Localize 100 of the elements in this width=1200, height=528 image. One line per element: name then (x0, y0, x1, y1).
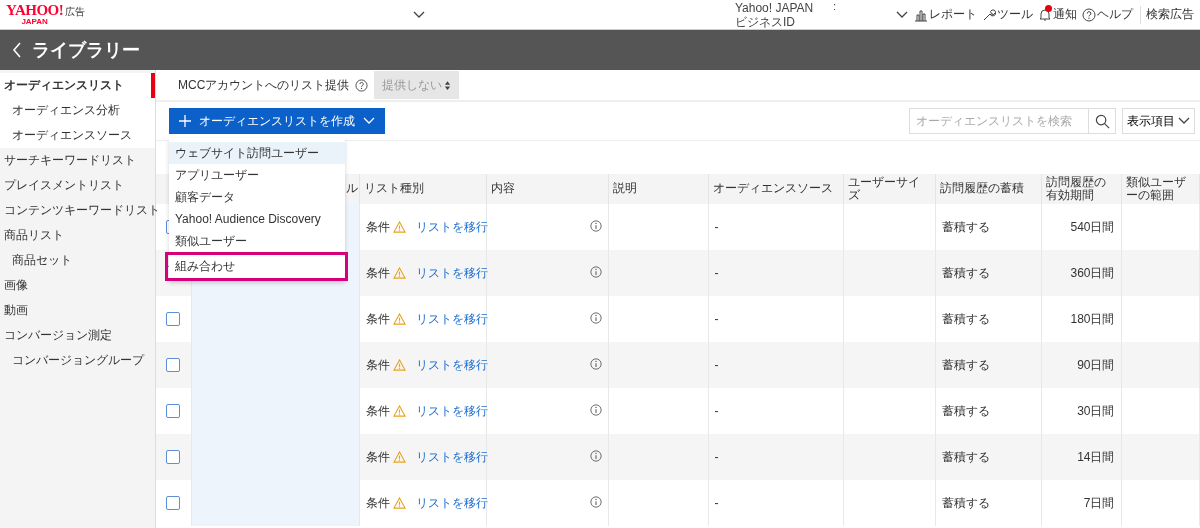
migrate-link[interactable]: リストを移行 (415, 403, 488, 418)
row-checkbox[interactable] (166, 496, 180, 510)
sidebar-item[interactable]: サーチキーワードリスト (0, 148, 155, 173)
table-cell: 蓄積する (941, 449, 990, 464)
table-cell: 30日間 (1077, 403, 1115, 418)
warning-icon (392, 220, 406, 233)
migrate-link[interactable]: リストを移行 (415, 219, 488, 234)
menu-item[interactable]: ウェブサイト訪問ユーザー (169, 142, 345, 164)
list-type: 条件 (365, 311, 390, 326)
column-header[interactable]: 説明 (608, 174, 708, 204)
help-link[interactable]: ヘルプ (1082, 6, 1133, 23)
chevron-down-icon[interactable] (413, 10, 426, 19)
account-label: ビジネスID (734, 14, 796, 29)
row-checkbox[interactable] (166, 450, 180, 464)
sidebar-item[interactable]: コンバージョン測定 (0, 323, 155, 348)
menu-item[interactable]: アプリユーザー (169, 164, 345, 186)
sort-arrows-icon (444, 79, 452, 91)
migrate-link[interactable]: リストを移行 (415, 449, 488, 464)
bar-chart-icon (914, 7, 928, 22)
table-cell: 蓄積する (941, 403, 990, 418)
table-cell: 90日間 (1077, 357, 1115, 372)
migrate-link[interactable]: リストを移行 (415, 265, 488, 280)
page-title: ライブラリー (32, 39, 140, 62)
row-checkbox[interactable] (166, 404, 180, 418)
list-type: 条件 (365, 449, 390, 464)
bell-icon (1038, 7, 1052, 22)
table-cell: - (714, 450, 719, 464)
warning-icon (392, 266, 406, 279)
columns-button[interactable]: 表示項目 (1122, 108, 1195, 134)
create-list-button[interactable]: オーディエンスリストを作成 (169, 108, 385, 134)
info-icon[interactable] (589, 311, 602, 324)
table-cell: 蓄積する (941, 357, 990, 372)
menu-item[interactable]: 類似ユーザー (169, 230, 345, 252)
table-cell: 360日間 (1070, 265, 1115, 280)
sidebar-item[interactable]: 商品リスト (0, 223, 155, 248)
table-cell: - (714, 266, 719, 280)
sidebar-item[interactable]: コンテンツキーワードリスト (0, 198, 155, 223)
table-cell: 蓄積する (941, 311, 990, 326)
yahoo-logo[interactable]: YAHOO! JAPAN (6, 3, 64, 26)
menu-item[interactable]: 組み合わせ (165, 252, 348, 281)
table-cell: 蓄積する (941, 495, 990, 510)
info-icon[interactable] (589, 357, 602, 370)
row-checkbox[interactable] (166, 312, 180, 326)
product-label: 検索広告 (1146, 6, 1194, 23)
plus-icon (179, 115, 191, 127)
column-header[interactable]: 訪問履歴の有効期間 (1041, 174, 1121, 204)
warning-icon (392, 404, 406, 417)
notification-dot (1045, 5, 1052, 12)
column-header[interactable]: 類似ユーザーの範囲 (1121, 174, 1200, 204)
table-cell: - (714, 496, 719, 510)
info-icon[interactable] (589, 219, 602, 232)
info-icon[interactable] (589, 265, 602, 278)
menu-item[interactable]: Yahoo! Audience Discovery (169, 208, 345, 230)
list-type: 条件 (365, 495, 390, 510)
table-cell: 14日間 (1077, 449, 1115, 464)
chevron-down-icon (1178, 117, 1190, 125)
warning-icon (392, 312, 406, 325)
migrate-link[interactable]: リストを移行 (415, 311, 488, 326)
sidebar-item[interactable]: コンバージョングループ (0, 348, 155, 373)
migrate-link[interactable]: リストを移行 (415, 495, 488, 510)
table-cell: 180日間 (1070, 311, 1115, 326)
migrate-link[interactable]: リストを移行 (415, 357, 488, 372)
search-button[interactable] (1089, 108, 1116, 134)
warning-icon (392, 496, 406, 509)
table-cell: 蓄積する (941, 265, 990, 280)
mcc-label: MCCアカウントへのリスト提供 (178, 76, 350, 94)
product-label: 広告 (65, 4, 86, 19)
warning-icon (392, 450, 406, 463)
sidebar-item[interactable]: 商品セット (0, 248, 155, 273)
sidebar-item[interactable]: 動画 (0, 298, 155, 323)
search-icon (1094, 113, 1110, 129)
chevron-down-icon[interactable] (896, 10, 908, 19)
sidebar-item[interactable]: プレイスメントリスト (0, 173, 155, 198)
info-icon[interactable] (589, 403, 602, 416)
column-header[interactable]: 内容 (486, 174, 608, 204)
sidebar-item[interactable]: オーディエンス分析 (0, 98, 155, 123)
column-header[interactable]: ユーザーサイズ (843, 174, 935, 204)
sidebar-item[interactable]: オーディエンスリスト (0, 73, 155, 98)
sidebar-item[interactable]: オーディエンスソース (0, 123, 155, 148)
report-link[interactable]: レポート (914, 6, 977, 23)
row-checkbox[interactable] (166, 358, 180, 372)
list-type: 条件 (365, 265, 390, 280)
help-icon (1082, 7, 1096, 22)
sidebar-item[interactable]: 画像 (0, 273, 155, 298)
table-cell: 540日間 (1070, 219, 1115, 234)
list-type: 条件 (365, 403, 390, 418)
tool-link[interactable]: ツール (982, 6, 1033, 23)
column-header[interactable]: オーディエンスソース (708, 174, 843, 204)
chevron-down-icon (363, 117, 375, 125)
menu-item[interactable]: 顧客データ (169, 186, 345, 208)
info-icon[interactable] (589, 449, 602, 462)
info-icon[interactable] (589, 495, 602, 508)
help-icon[interactable] (355, 78, 369, 92)
list-type: 条件 (365, 219, 390, 234)
search-field[interactable]: オーディエンスリストを検索 (909, 108, 1089, 134)
warning-icon (392, 358, 406, 371)
column-header[interactable]: 訪問履歴の蓄積 (935, 174, 1041, 204)
back-icon[interactable] (12, 42, 22, 58)
bell-link[interactable]: 通知 (1038, 6, 1077, 23)
column-header[interactable]: リスト種別 (359, 174, 486, 204)
